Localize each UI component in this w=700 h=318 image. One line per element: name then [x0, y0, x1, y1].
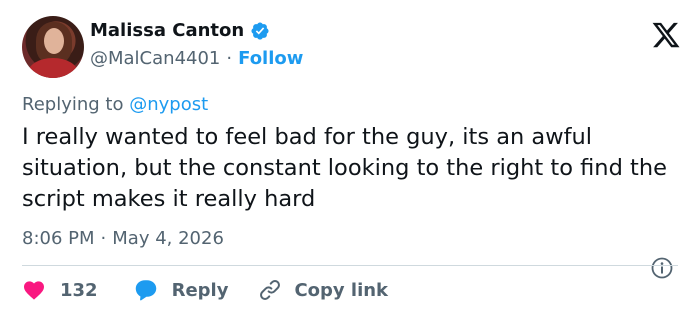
action-bar: 132 Reply Copy link: [22, 277, 388, 303]
reply-bubble-icon: [135, 280, 156, 301]
tweet-text: I really wanted to feel bad for the guy,…: [22, 124, 667, 212]
reply-button[interactable]: Reply: [134, 278, 259, 302]
verified-badge-icon: [251, 21, 269, 40]
like-button[interactable]: 132: [22, 278, 134, 302]
link-icon: [260, 280, 281, 300]
replying-to: Replying to @nypost: [22, 94, 208, 115]
divider: [22, 265, 678, 266]
x-logo-icon[interactable]: [650, 20, 682, 50]
handle-separator: ·: [226, 48, 233, 69]
reply-label: Reply: [171, 279, 229, 301]
author-name[interactable]: Malissa Canton: [90, 20, 244, 41]
copy-link-label: Copy link: [294, 279, 389, 301]
info-icon[interactable]: [650, 256, 674, 280]
follow-button[interactable]: Follow: [238, 48, 303, 69]
tweet-header: Malissa Canton @MalCan4401 · Follow: [22, 16, 682, 78]
copy-link-button[interactable]: Copy link: [258, 278, 388, 302]
handle-row: @MalCan4401 · Follow: [90, 48, 303, 69]
name-row: Malissa Canton: [90, 20, 270, 41]
tweet-time: 8:06 PM: [22, 228, 95, 249]
meta-separator: ·: [100, 228, 107, 249]
tweet-date: May 4, 2026: [112, 228, 224, 249]
avatar-shoulder: [28, 58, 78, 78]
heart-icon: [24, 281, 44, 300]
replying-mention-link[interactable]: @nypost: [129, 94, 208, 115]
tweet-meta[interactable]: 8:06 PM · May 4, 2026: [22, 228, 224, 249]
like-count: 132: [60, 279, 98, 301]
author-handle[interactable]: @MalCan4401: [90, 48, 220, 69]
avatar-face: [44, 28, 64, 54]
replying-prefix: Replying to: [22, 94, 130, 115]
avatar[interactable]: [22, 16, 84, 78]
